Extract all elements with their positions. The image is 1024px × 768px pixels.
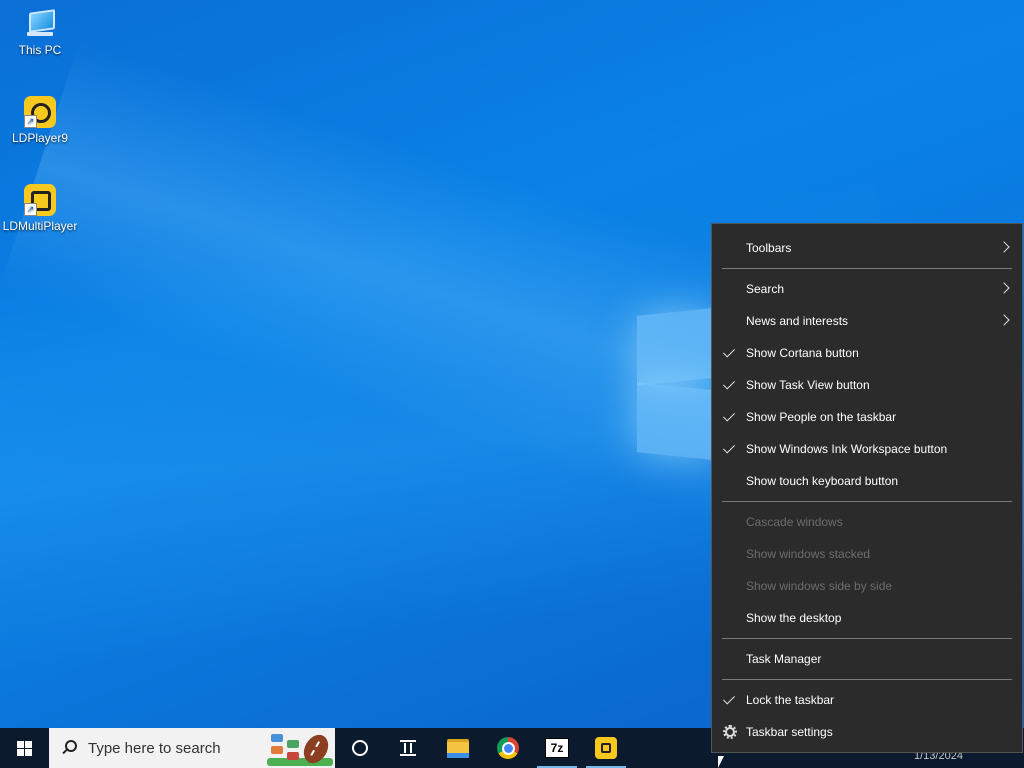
shortcut-arrow-icon: ↗	[24, 115, 37, 128]
menu-item-news-and-interests[interactable]: News and interests	[712, 305, 1022, 337]
menu-item-task-manager[interactable]: Task Manager	[712, 643, 1022, 675]
menu-item-label: Show Task View button	[746, 378, 870, 392]
menu-item-label: News and interests	[746, 314, 849, 328]
shortcut-arrow-icon: ↗	[24, 203, 37, 216]
mouse-cursor-icon	[718, 756, 730, 768]
desktop-icon-label: This PC	[18, 43, 62, 57]
desktop-icon-this-pc[interactable]: This PC	[0, 8, 80, 57]
menu-item-label: Show windows side by side	[746, 579, 893, 593]
desktop-icon-label: LDPlayer9	[11, 131, 69, 145]
menu-item-show-people[interactable]: Show People on the taskbar	[712, 401, 1022, 433]
file-explorer-button[interactable]	[436, 728, 480, 768]
menu-item-label: Lock the taskbar	[746, 693, 835, 707]
chrome-button[interactable]	[486, 728, 530, 768]
menu-separator	[722, 268, 1012, 269]
menu-item-show-task-view-button[interactable]: Show Task View button	[712, 369, 1022, 401]
menu-item-show-windows-side-by-side: Show windows side by side	[712, 570, 1022, 602]
7zip-icon: 7z	[545, 738, 569, 758]
menu-separator	[722, 638, 1012, 639]
checkmark-icon	[722, 692, 736, 705]
ldplayer-taskbar-button[interactable]	[584, 728, 628, 768]
menu-item-label: Show windows stacked	[746, 547, 871, 561]
windows-logo-pane	[637, 382, 711, 460]
checkmark-icon	[722, 377, 736, 390]
checkmark-icon	[722, 441, 736, 454]
cortana-button[interactable]	[338, 728, 382, 768]
chevron-right-icon	[998, 282, 1010, 294]
menu-item-taskbar-settings[interactable]: Taskbar settings	[712, 716, 1022, 748]
menu-item-show-touch-keyboard[interactable]: Show touch keyboard button	[712, 465, 1022, 497]
task-view-button[interactable]	[386, 728, 430, 768]
menu-item-label: Show Cortana button	[746, 346, 859, 360]
menu-item-label: Task Manager	[746, 652, 822, 666]
menu-item-show-windows-stacked: Show windows stacked	[712, 538, 1022, 570]
search-placeholder: Type here to search	[88, 739, 221, 757]
computer-icon	[24, 8, 56, 40]
search-box[interactable]: Type here to search	[49, 728, 335, 768]
search-highlight-image[interactable]	[267, 730, 334, 768]
chrome-icon	[497, 737, 519, 759]
desktop-icon-label: LDMultiPlayer	[2, 219, 78, 233]
menu-item-label: Cascade windows	[746, 515, 843, 529]
folder-icon	[447, 738, 469, 758]
gear-icon	[723, 725, 737, 739]
ldplayer-icon: ↗	[24, 96, 56, 128]
checkmark-icon	[722, 409, 736, 422]
menu-item-label: Show People on the taskbar	[746, 410, 897, 424]
menu-item-lock-the-taskbar[interactable]: Lock the taskbar	[712, 684, 1022, 716]
desktop-icon-ldplayer9[interactable]: ↗ LDPlayer9	[0, 96, 80, 145]
menu-item-label: Show the desktop	[746, 611, 842, 625]
menu-item-label: Search	[746, 282, 785, 296]
chevron-right-icon	[998, 314, 1010, 326]
ldmultiplayer-icon: ↗	[24, 184, 56, 216]
menu-item-label: Show Windows Ink Workspace button	[746, 442, 948, 456]
windows-icon	[16, 740, 32, 756]
menu-item-label: Show touch keyboard button	[746, 474, 899, 488]
menu-separator	[722, 679, 1012, 680]
menu-item-cascade-windows: Cascade windows	[712, 506, 1022, 538]
menu-item-label: Taskbar settings	[746, 725, 833, 739]
menu-item-toolbars[interactable]: Toolbars	[712, 232, 1022, 264]
menu-item-label: Toolbars	[746, 241, 792, 255]
menu-separator	[722, 501, 1012, 502]
menu-item-show-the-desktop[interactable]: Show the desktop	[712, 602, 1022, 634]
task-view-icon	[400, 740, 416, 756]
checkmark-icon	[722, 345, 736, 358]
7zip-button[interactable]: 7z	[535, 728, 579, 768]
start-button[interactable]	[0, 728, 48, 768]
menu-item-show-ink-workspace[interactable]: Show Windows Ink Workspace button	[712, 433, 1022, 465]
desktop-icon-ldmultiplayer[interactable]: ↗ LDMultiPlayer	[0, 184, 80, 233]
cortana-icon	[352, 740, 368, 756]
ldplayer-icon	[595, 737, 617, 759]
chevron-right-icon	[998, 241, 1010, 253]
menu-item-search[interactable]: Search	[712, 273, 1022, 305]
windows-logo-pane	[637, 308, 711, 386]
taskbar-context-menu: Toolbars Search News and interests Show …	[711, 223, 1023, 753]
menu-item-show-cortana-button[interactable]: Show Cortana button	[712, 337, 1022, 369]
search-icon	[61, 740, 77, 756]
